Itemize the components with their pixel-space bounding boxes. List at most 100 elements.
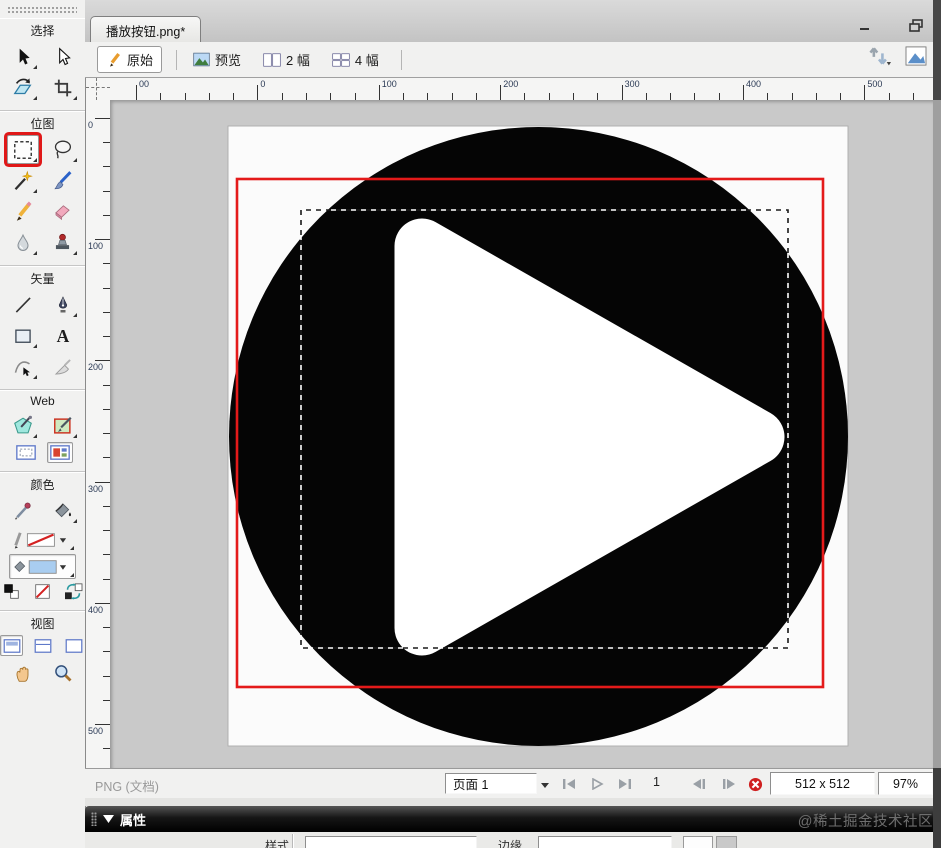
- brush-tool[interactable]: [47, 166, 79, 195]
- hand-tool[interactable]: [7, 658, 39, 687]
- ruler-tick: [103, 675, 110, 677]
- edge-amount-field[interactable]: [683, 836, 713, 848]
- document-tab[interactable]: 播放按钮.png*: [90, 16, 202, 43]
- text-tool[interactable]: A: [47, 321, 79, 350]
- pencil-icon: [110, 52, 120, 67]
- panel-gap: [85, 798, 941, 806]
- pen-tool[interactable]: [47, 290, 79, 319]
- window-full-tool[interactable]: [62, 635, 85, 656]
- hotspot-icon: [12, 415, 34, 437]
- ruler-tick: [645, 93, 647, 100]
- tool-section-6: 视图: [0, 610, 85, 695]
- tool-section-1: 选择: [0, 18, 85, 110]
- h-ruler-label: 300: [624, 79, 640, 89]
- canvas-size-value: 512 x 512: [795, 776, 850, 791]
- edge-stepper[interactable]: [716, 836, 737, 848]
- original-view-label: 原始: [127, 53, 154, 68]
- fill-color-tool[interactable]: [9, 554, 76, 579]
- ruler-tick: [160, 93, 162, 100]
- four-up-view-button[interactable]: 4 幅: [324, 47, 387, 72]
- ruler-tick: [95, 360, 110, 362]
- window-normal-icon: [3, 638, 21, 653]
- separator: [400, 49, 402, 70]
- ruler-tick: [103, 627, 110, 629]
- stop-button[interactable]: [745, 776, 765, 792]
- ruler-tick: [208, 93, 210, 100]
- previous-frame-button[interactable]: [689, 776, 709, 792]
- last-frame-button[interactable]: [615, 776, 635, 792]
- scale-tool[interactable]: [7, 73, 39, 102]
- ruler-tick: [95, 239, 110, 241]
- marquee-tool[interactable]: [6, 135, 39, 164]
- previous-frame-icon: [693, 779, 705, 789]
- blur-tool[interactable]: [7, 228, 39, 257]
- tool-section-4: Web: [0, 389, 85, 471]
- hotspot-tool[interactable]: [7, 411, 39, 440]
- pencil-tool[interactable]: [7, 197, 39, 226]
- magic-wand-tool[interactable]: [7, 166, 39, 195]
- show-hotspots-tool[interactable]: [46, 442, 73, 463]
- page-select[interactable]: 页面 1: [445, 773, 537, 794]
- vertical-ruler[interactable]: 0 100 200 300 400 500: [86, 100, 111, 768]
- style-dropdown[interactable]: [305, 836, 477, 848]
- v-ruler-label: 300: [88, 483, 104, 494]
- ruler-tick: [233, 93, 235, 100]
- restore-icon: [909, 18, 923, 32]
- minimize-button[interactable]: [854, 17, 876, 33]
- horizontal-ruler[interactable]: 00 0 100 200 300 400 500: [110, 78, 933, 101]
- restore-button[interactable]: [905, 17, 927, 33]
- next-frame-icon: [723, 779, 735, 789]
- properties-panel-header[interactable]: 属性 @稀土掘金技术社区: [85, 806, 941, 832]
- pointer-icon: [13, 47, 33, 67]
- file-type-label: PNG (文档): [95, 780, 159, 794]
- tool-row: [0, 352, 85, 381]
- status-bar: PNG (文档) 页面 1 1 512 x 512 97%: [85, 768, 941, 799]
- zoom-tool[interactable]: [47, 658, 79, 687]
- slice-tool[interactable]: [47, 411, 79, 440]
- stroke-color-tool[interactable]: [9, 527, 76, 552]
- swap-colors-tool[interactable]: [62, 581, 85, 602]
- stop-icon: [748, 777, 762, 791]
- two-up-view-button[interactable]: 2 幅: [255, 47, 318, 72]
- next-frame-button[interactable]: [719, 776, 739, 792]
- document-canvas[interactable]: [110, 100, 933, 768]
- eraser-tool[interactable]: [47, 197, 79, 226]
- default-colors-tool[interactable]: [0, 581, 23, 602]
- hide-hotspots-tool[interactable]: [13, 442, 39, 463]
- window-menus-tool[interactable]: [31, 635, 54, 656]
- zoom-level-field[interactable]: 97%: [878, 772, 933, 795]
- knife-tool[interactable]: [47, 352, 79, 381]
- ruler-tick: [427, 93, 429, 100]
- paint-bucket-tool[interactable]: [47, 496, 79, 525]
- window-normal-tool[interactable]: [0, 635, 23, 656]
- preview-view-button[interactable]: 预览: [185, 47, 249, 72]
- panel-grip[interactable]: [7, 6, 77, 15]
- original-view-button[interactable]: 原始: [97, 46, 163, 73]
- ruler-tick: [257, 85, 259, 100]
- edge-dropdown[interactable]: [538, 836, 672, 848]
- subselection-tool[interactable]: [47, 42, 79, 71]
- ruler-tick: [103, 287, 110, 289]
- line-tool[interactable]: [7, 290, 39, 319]
- rectangle-tool[interactable]: [7, 321, 39, 350]
- pointer-tool[interactable]: [7, 42, 39, 71]
- ruler-tick: [815, 93, 817, 100]
- eyedropper-tool[interactable]: [7, 496, 39, 525]
- ruler-tick: [103, 530, 110, 532]
- lasso-tool[interactable]: [47, 135, 79, 164]
- freeform-icon: [12, 356, 33, 377]
- tool-section-label: 矢量: [30, 272, 55, 286]
- play-button[interactable]: [587, 776, 607, 792]
- import-export-button[interactable]: [867, 46, 891, 71]
- freeform-tool[interactable]: [7, 352, 39, 381]
- page-thumbnail-button[interactable]: [905, 46, 927, 71]
- no-color-tool[interactable]: [31, 581, 54, 602]
- page-select-arrow[interactable]: [540, 778, 550, 792]
- crop-tool[interactable]: [47, 73, 79, 102]
- rubber-stamp-icon: [52, 232, 73, 253]
- rubber-stamp-tool[interactable]: [47, 228, 79, 257]
- h-ruler-label: 200: [503, 79, 519, 89]
- tool-row: A: [0, 321, 85, 350]
- ruler-origin[interactable]: [86, 78, 111, 101]
- first-frame-button[interactable]: [559, 776, 579, 792]
